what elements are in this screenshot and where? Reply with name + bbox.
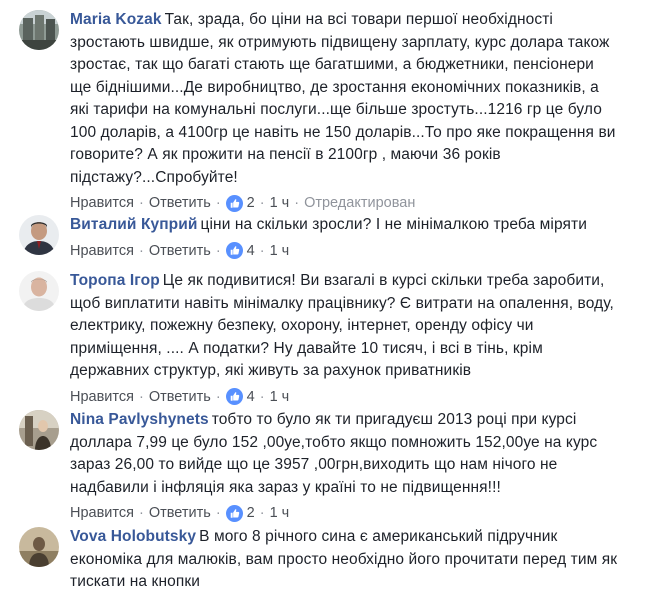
comment-actions: Нравится · Ответить · 2 · 1 ч <box>70 502 650 524</box>
avatar-photo-icon <box>19 215 59 255</box>
separator: · <box>294 195 300 211</box>
author-name[interactable]: Nina Pavlyshynets <box>70 411 209 428</box>
avatar-photo-icon <box>19 10 59 50</box>
thumbs-up-icon <box>225 388 243 405</box>
reaction-count[interactable]: 2 <box>225 502 255 524</box>
comment-actions: Нравится · Ответить · 4 · 1 ч <box>70 386 650 408</box>
separator: · <box>215 505 221 521</box>
thumbs-up-icon <box>225 242 243 259</box>
comment-actions: Нравится · Ответить · 2 · 1 ч · Отредакт… <box>70 192 650 214</box>
timestamp[interactable]: 1 ч <box>270 502 290 524</box>
reaction-number: 2 <box>246 195 255 211</box>
reaction-number: 4 <box>246 388 255 405</box>
reaction-count[interactable]: 4 <box>225 386 255 408</box>
reply-button[interactable]: Ответить <box>149 502 211 524</box>
reply-button[interactable]: Ответить <box>149 386 211 408</box>
like-button[interactable]: Нравится <box>70 502 134 524</box>
comment-text: Nina Pavlyshynets тобто то було як ти при… <box>70 409 650 499</box>
separator: · <box>215 195 221 211</box>
separator: · <box>138 195 144 211</box>
like-button[interactable]: Нравится <box>70 240 134 262</box>
timestamp[interactable]: 1 ч <box>270 192 290 214</box>
separator: · <box>138 388 144 405</box>
edited-label[interactable]: Отредактирован <box>304 192 415 214</box>
separator: · <box>259 195 265 211</box>
avatar-photo-icon <box>19 271 59 311</box>
comment-list: Maria Kozak Так, зрада, бо ціни на всі то… <box>0 0 669 593</box>
avatar-photo-icon <box>19 527 59 567</box>
author-name[interactable]: Vova Holobutsky <box>70 528 196 545</box>
comment-text: Виталий Куприй ціни на скільки зросли? І … <box>70 214 650 237</box>
thumbs-up-icon <box>225 194 243 212</box>
separator: · <box>215 388 221 405</box>
comment-message: ціни на скільки зросли? І не мінімалкою … <box>200 216 587 233</box>
avatar-photo-icon <box>19 410 59 450</box>
reaction-count[interactable]: 2 <box>225 192 255 214</box>
reaction-number: 2 <box>246 505 255 521</box>
separator: · <box>215 242 221 259</box>
separator: · <box>259 388 265 405</box>
comment-text: Vova Holobutsky В мого 8 річного сина є а… <box>70 526 650 593</box>
comment-text: Торопа Ігор Це як подивитися! Ви взагалі … <box>70 270 650 383</box>
separator: · <box>259 505 265 521</box>
like-button[interactable]: Нравится <box>70 386 134 408</box>
avatar[interactable] <box>19 10 59 50</box>
comment-text: Maria Kozak Так, зрада, бо ціни на всі то… <box>70 9 650 189</box>
separator: · <box>138 505 144 521</box>
separator: · <box>259 242 265 259</box>
author-name[interactable]: Виталий Куприй <box>70 216 198 233</box>
avatar[interactable] <box>19 410 59 450</box>
thumbs-up-icon <box>225 504 243 522</box>
avatar[interactable] <box>19 527 59 567</box>
avatar[interactable] <box>19 215 59 255</box>
reaction-number: 4 <box>246 242 255 259</box>
like-button[interactable]: Нравится <box>70 192 134 214</box>
reply-button[interactable]: Ответить <box>149 240 211 262</box>
reply-button[interactable]: Ответить <box>149 192 211 214</box>
timestamp[interactable]: 1 ч <box>270 240 290 262</box>
timestamp[interactable]: 1 ч <box>270 386 290 408</box>
comment-message: Так, зрада, бо ціни на всі товари першої… <box>70 11 616 186</box>
author-name[interactable]: Maria Kozak <box>70 11 162 28</box>
separator: · <box>138 242 144 259</box>
author-name[interactable]: Торопа Ігор <box>70 272 160 289</box>
avatar[interactable] <box>19 271 59 311</box>
comment-actions: Нравится · Ответить · 4 · 1 ч <box>70 240 650 262</box>
reaction-count[interactable]: 4 <box>225 240 255 262</box>
